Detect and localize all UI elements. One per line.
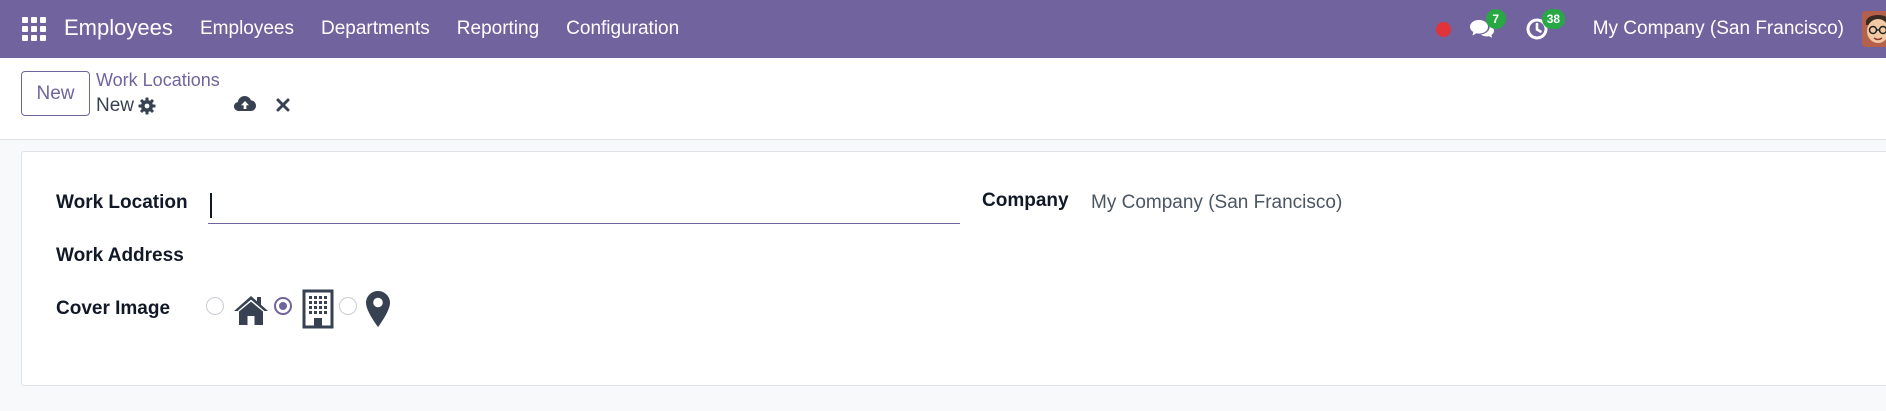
work-location-label: Work Location: [56, 192, 188, 213]
company-label: Company: [982, 190, 1069, 211]
avatar-face-icon: [1862, 11, 1886, 47]
menu-configuration[interactable]: Configuration: [566, 18, 679, 40]
top-navbar: Employees Employees Departments Reportin…: [0, 0, 1886, 58]
activities-button[interactable]: 38: [1525, 9, 1566, 43]
gear-icon[interactable]: [138, 97, 156, 115]
app-name[interactable]: Employees: [64, 15, 173, 41]
recording-indicator-icon[interactable]: [1435, 21, 1451, 37]
menu-departments[interactable]: Departments: [321, 18, 430, 40]
systray: 7 38 My Company (San Francisco): [1435, 0, 1886, 58]
work-location-input[interactable]: [208, 188, 960, 224]
menu-reporting[interactable]: Reporting: [457, 18, 539, 40]
form-sheet: Work Location Work Address Cover Image C…: [21, 151, 1886, 386]
home-icon[interactable]: [233, 294, 269, 326]
main-menu: Employees Departments Reporting Configur…: [200, 0, 706, 58]
map-marker-icon[interactable]: [365, 290, 391, 328]
activities-count-badge: 38: [1541, 9, 1566, 29]
menu-employees[interactable]: Employees: [200, 18, 294, 40]
cover-option-building-radio[interactable]: [274, 297, 292, 315]
control-panel: New Work Locations New: [0, 58, 1886, 140]
record-name: New: [96, 95, 135, 116]
cloud-upload-icon[interactable]: [233, 94, 257, 114]
work-address-label: Work Address: [56, 245, 184, 266]
building-icon[interactable]: [302, 289, 334, 329]
messages-button[interactable]: 7: [1469, 9, 1506, 43]
discard-close-icon[interactable]: [275, 97, 291, 113]
cover-option-home-radio[interactable]: [206, 297, 224, 315]
new-button[interactable]: New: [21, 71, 90, 116]
messages-count-badge: 7: [1485, 9, 1506, 29]
cover-image-label: Cover Image: [56, 298, 171, 319]
company-switcher[interactable]: My Company (San Francisco): [1593, 18, 1844, 40]
user-avatar[interactable]: [1862, 11, 1886, 47]
text-cursor: [210, 193, 212, 218]
cover-option-map-marker-radio[interactable]: [339, 297, 357, 315]
breadcrumb-work-locations[interactable]: Work Locations: [96, 70, 220, 91]
apps-menu-icon[interactable]: [22, 17, 46, 41]
company-field[interactable]: My Company (San Francisco): [1091, 192, 1342, 214]
